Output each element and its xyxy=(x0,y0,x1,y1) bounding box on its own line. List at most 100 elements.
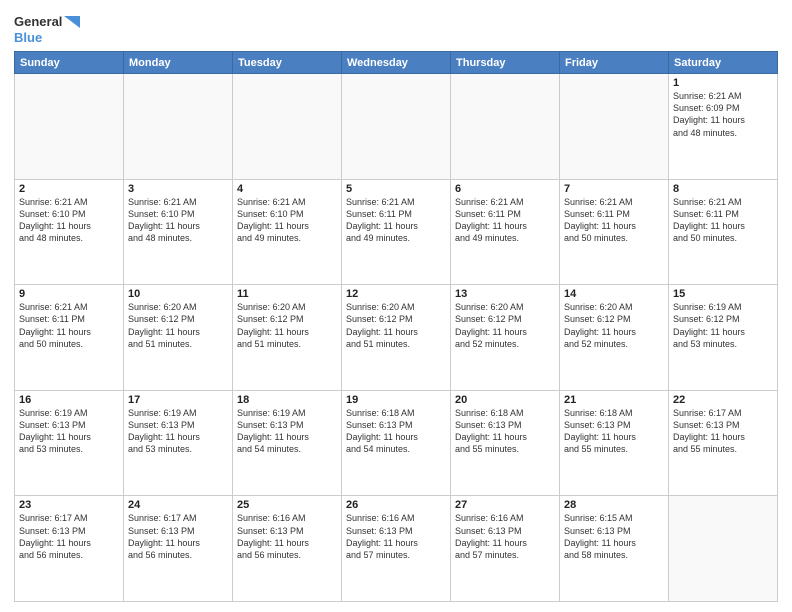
day-info: Sunrise: 6:21 AM Sunset: 6:11 PM Dayligh… xyxy=(673,196,773,245)
calendar-cell xyxy=(233,74,342,180)
calendar-cell: 18Sunrise: 6:19 AM Sunset: 6:13 PM Dayli… xyxy=(233,390,342,496)
calendar-cell: 26Sunrise: 6:16 AM Sunset: 6:13 PM Dayli… xyxy=(342,496,451,602)
day-number: 20 xyxy=(455,394,555,406)
calendar-cell: 7Sunrise: 6:21 AM Sunset: 6:11 PM Daylig… xyxy=(560,179,669,285)
calendar-cell: 2Sunrise: 6:21 AM Sunset: 6:10 PM Daylig… xyxy=(15,179,124,285)
day-info: Sunrise: 6:19 AM Sunset: 6:12 PM Dayligh… xyxy=(673,301,773,350)
day-number: 15 xyxy=(673,288,773,300)
day-info: Sunrise: 6:16 AM Sunset: 6:13 PM Dayligh… xyxy=(346,512,446,561)
day-info: Sunrise: 6:19 AM Sunset: 6:13 PM Dayligh… xyxy=(19,407,119,456)
day-info: Sunrise: 6:17 AM Sunset: 6:13 PM Dayligh… xyxy=(128,512,228,561)
weekday-header: Saturday xyxy=(669,52,778,74)
day-number: 4 xyxy=(237,183,337,195)
calendar-cell: 12Sunrise: 6:20 AM Sunset: 6:12 PM Dayli… xyxy=(342,285,451,391)
calendar-cell: 17Sunrise: 6:19 AM Sunset: 6:13 PM Dayli… xyxy=(124,390,233,496)
day-info: Sunrise: 6:18 AM Sunset: 6:13 PM Dayligh… xyxy=(346,407,446,456)
day-number: 9 xyxy=(19,288,119,300)
day-info: Sunrise: 6:15 AM Sunset: 6:13 PM Dayligh… xyxy=(564,512,664,561)
calendar-cell: 24Sunrise: 6:17 AM Sunset: 6:13 PM Dayli… xyxy=(124,496,233,602)
calendar-cell: 13Sunrise: 6:20 AM Sunset: 6:12 PM Dayli… xyxy=(451,285,560,391)
day-info: Sunrise: 6:18 AM Sunset: 6:13 PM Dayligh… xyxy=(564,407,664,456)
day-number: 7 xyxy=(564,183,664,195)
calendar-cell: 10Sunrise: 6:20 AM Sunset: 6:12 PM Dayli… xyxy=(124,285,233,391)
calendar-cell: 27Sunrise: 6:16 AM Sunset: 6:13 PM Dayli… xyxy=(451,496,560,602)
calendar-cell: 4Sunrise: 6:21 AM Sunset: 6:10 PM Daylig… xyxy=(233,179,342,285)
calendar-cell: 8Sunrise: 6:21 AM Sunset: 6:11 PM Daylig… xyxy=(669,179,778,285)
day-info: Sunrise: 6:21 AM Sunset: 6:11 PM Dayligh… xyxy=(19,301,119,350)
day-info: Sunrise: 6:16 AM Sunset: 6:13 PM Dayligh… xyxy=(455,512,555,561)
calendar-cell: 11Sunrise: 6:20 AM Sunset: 6:12 PM Dayli… xyxy=(233,285,342,391)
day-number: 25 xyxy=(237,499,337,511)
day-number: 10 xyxy=(128,288,228,300)
day-number: 3 xyxy=(128,183,228,195)
day-info: Sunrise: 6:21 AM Sunset: 6:10 PM Dayligh… xyxy=(19,196,119,245)
header: General Blue xyxy=(14,10,778,45)
calendar-cell xyxy=(342,74,451,180)
day-number: 23 xyxy=(19,499,119,511)
day-number: 1 xyxy=(673,77,773,89)
calendar: SundayMondayTuesdayWednesdayThursdayFrid… xyxy=(14,51,778,602)
calendar-cell: 21Sunrise: 6:18 AM Sunset: 6:13 PM Dayli… xyxy=(560,390,669,496)
day-number: 16 xyxy=(19,394,119,406)
logo-general: General xyxy=(14,14,62,30)
weekday-header: Thursday xyxy=(451,52,560,74)
calendar-cell: 20Sunrise: 6:18 AM Sunset: 6:13 PM Dayli… xyxy=(451,390,560,496)
calendar-cell: 16Sunrise: 6:19 AM Sunset: 6:13 PM Dayli… xyxy=(15,390,124,496)
calendar-cell: 1Sunrise: 6:21 AM Sunset: 6:09 PM Daylig… xyxy=(669,74,778,180)
day-number: 5 xyxy=(346,183,446,195)
day-number: 21 xyxy=(564,394,664,406)
day-number: 19 xyxy=(346,394,446,406)
calendar-cell xyxy=(15,74,124,180)
calendar-cell: 25Sunrise: 6:16 AM Sunset: 6:13 PM Dayli… xyxy=(233,496,342,602)
calendar-cell: 6Sunrise: 6:21 AM Sunset: 6:11 PM Daylig… xyxy=(451,179,560,285)
day-number: 17 xyxy=(128,394,228,406)
day-info: Sunrise: 6:21 AM Sunset: 6:11 PM Dayligh… xyxy=(564,196,664,245)
calendar-cell: 22Sunrise: 6:17 AM Sunset: 6:13 PM Dayli… xyxy=(669,390,778,496)
logo-blue: Blue xyxy=(14,30,42,45)
day-number: 13 xyxy=(455,288,555,300)
day-info: Sunrise: 6:17 AM Sunset: 6:13 PM Dayligh… xyxy=(19,512,119,561)
day-info: Sunrise: 6:20 AM Sunset: 6:12 PM Dayligh… xyxy=(455,301,555,350)
calendar-cell: 23Sunrise: 6:17 AM Sunset: 6:13 PM Dayli… xyxy=(15,496,124,602)
day-info: Sunrise: 6:19 AM Sunset: 6:13 PM Dayligh… xyxy=(128,407,228,456)
day-number: 14 xyxy=(564,288,664,300)
day-info: Sunrise: 6:20 AM Sunset: 6:12 PM Dayligh… xyxy=(564,301,664,350)
calendar-cell: 28Sunrise: 6:15 AM Sunset: 6:13 PM Dayli… xyxy=(560,496,669,602)
weekday-header: Friday xyxy=(560,52,669,74)
calendar-cell xyxy=(560,74,669,180)
page: General Blue SundayMondayTuesdayWednesda… xyxy=(0,0,792,612)
calendar-cell: 9Sunrise: 6:21 AM Sunset: 6:11 PM Daylig… xyxy=(15,285,124,391)
day-number: 26 xyxy=(346,499,446,511)
day-number: 6 xyxy=(455,183,555,195)
day-number: 8 xyxy=(673,183,773,195)
calendar-cell xyxy=(451,74,560,180)
day-number: 28 xyxy=(564,499,664,511)
day-info: Sunrise: 6:18 AM Sunset: 6:13 PM Dayligh… xyxy=(455,407,555,456)
day-info: Sunrise: 6:21 AM Sunset: 6:11 PM Dayligh… xyxy=(346,196,446,245)
day-info: Sunrise: 6:20 AM Sunset: 6:12 PM Dayligh… xyxy=(346,301,446,350)
weekday-header: Wednesday xyxy=(342,52,451,74)
day-info: Sunrise: 6:20 AM Sunset: 6:12 PM Dayligh… xyxy=(237,301,337,350)
day-info: Sunrise: 6:21 AM Sunset: 6:10 PM Dayligh… xyxy=(237,196,337,245)
calendar-cell: 19Sunrise: 6:18 AM Sunset: 6:13 PM Dayli… xyxy=(342,390,451,496)
day-info: Sunrise: 6:20 AM Sunset: 6:12 PM Dayligh… xyxy=(128,301,228,350)
calendar-cell xyxy=(669,496,778,602)
day-number: 11 xyxy=(237,288,337,300)
calendar-cell: 5Sunrise: 6:21 AM Sunset: 6:11 PM Daylig… xyxy=(342,179,451,285)
day-info: Sunrise: 6:21 AM Sunset: 6:11 PM Dayligh… xyxy=(455,196,555,245)
calendar-cell: 3Sunrise: 6:21 AM Sunset: 6:10 PM Daylig… xyxy=(124,179,233,285)
day-info: Sunrise: 6:21 AM Sunset: 6:10 PM Dayligh… xyxy=(128,196,228,245)
day-info: Sunrise: 6:19 AM Sunset: 6:13 PM Dayligh… xyxy=(237,407,337,456)
weekday-header: Sunday xyxy=(15,52,124,74)
logo: General Blue xyxy=(14,10,80,45)
day-info: Sunrise: 6:21 AM Sunset: 6:09 PM Dayligh… xyxy=(673,90,773,139)
day-number: 24 xyxy=(128,499,228,511)
logo-arrow-icon xyxy=(64,16,80,28)
day-info: Sunrise: 6:17 AM Sunset: 6:13 PM Dayligh… xyxy=(673,407,773,456)
weekday-header: Tuesday xyxy=(233,52,342,74)
day-number: 18 xyxy=(237,394,337,406)
calendar-cell xyxy=(124,74,233,180)
calendar-cell: 15Sunrise: 6:19 AM Sunset: 6:12 PM Dayli… xyxy=(669,285,778,391)
day-number: 2 xyxy=(19,183,119,195)
day-number: 27 xyxy=(455,499,555,511)
